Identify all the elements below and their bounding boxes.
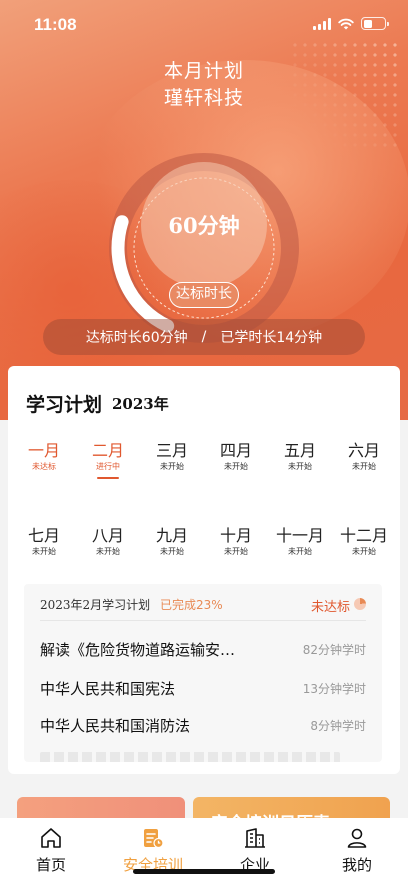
building-icon [245,828,265,848]
month-nov[interactable]: 十一月 未开始 [270,522,330,557]
month-name: 十一月 [275,526,324,545]
active-month-underline [97,477,119,479]
course-name: 中华人民共和国宪法 [40,680,176,698]
summary-pill: 达标时长60分钟 / 已学时长14分钟 [43,319,365,355]
month-status: 未开始 [288,462,312,471]
month-status: 未开始 [160,547,184,556]
course-name: 解读《危险货物道路运输安… [40,641,236,659]
month-name: 十二月 [339,526,388,545]
month-name: 五月 [283,441,316,460]
month-jul[interactable]: 七月 未开始 [14,522,74,557]
month-feb[interactable]: 二月 进行中 [78,437,138,479]
battery-icon [361,17,389,30]
signal-icon [313,17,331,30]
hero-title: 本月计划 [163,60,244,82]
divider [40,620,366,621]
tab-label: 首页 [35,856,66,874]
month-mar[interactable]: 三月 未开始 [142,437,202,479]
tab-label: 我的 [341,856,372,874]
month-status: 未达标 [32,462,56,471]
card-title: 学习计划 [26,394,103,416]
course-duration: 82分钟学时 [302,643,366,657]
month-name: 三月 [155,441,188,460]
course-duration: 8分钟学时 [310,719,366,733]
course-name: 中华人民共和国消防法 [40,717,191,735]
month-name: 十月 [219,526,252,545]
month-name: 二月 [91,441,124,460]
study-plan-card: 学习计划 2023年 一月 未达标 二月 进行中 三月 未开始 四月 未开始 五… [8,366,400,774]
course-item[interactable]: 解读《危险货物道路运输安… 82分钟学时 [40,639,366,665]
completion-percent: 已完成23% [160,598,223,612]
truncated-course-row [40,752,340,762]
month-apr[interactable]: 四月 未开始 [206,437,266,479]
ring-label: 达标时长 [169,282,239,308]
status-time: 11:08 [34,15,77,34]
month-name: 六月 [347,441,380,460]
month-status: 未开始 [160,462,184,471]
month-sep[interactable]: 九月 未开始 [142,522,202,557]
home-icon [41,828,61,848]
month-oct[interactable]: 十月 未开始 [206,522,266,557]
status-icons [313,17,389,30]
tab-mine[interactable]: 我的 [317,818,397,883]
status-bar: 11:08 [0,0,408,50]
month-row-2: 七月 未开始 八月 未开始 九月 未开始 十月 未开始 十一月 未开始 十二月 … [8,522,400,557]
wifi-icon [338,18,354,29]
month-name: 四月 [219,441,252,460]
home-indicator [133,869,275,874]
person-icon [347,828,367,848]
month-status: 未开始 [352,462,376,471]
month-status: 未开始 [288,547,312,556]
month-status: 未开始 [96,547,120,556]
monthly-plan-panel: 2023年2月学习计划 已完成23% 未达标 解读《危险货物道路运输安… 82分… [24,584,382,762]
tab-home[interactable]: 首页 [11,818,91,883]
plan-status-badge: 未达标 [310,600,350,615]
month-dec[interactable]: 十二月 未开始 [334,522,394,557]
training-icon [144,829,164,849]
month-status: 未开始 [224,462,248,471]
month-may[interactable]: 五月 未开始 [270,437,330,479]
month-name: 九月 [155,526,188,545]
monthly-plan-header: 2023年2月学习计划 已完成23% 未达标 [40,596,366,618]
month-name: 八月 [91,526,124,545]
course-item[interactable]: 中华人民共和国消防法 8分钟学时 [40,715,366,741]
summary-separator: / [201,329,207,345]
progress-pie-icon [354,598,366,610]
month-jan[interactable]: 一月 未达标 [14,437,74,479]
ring-value: 60分钟 [141,162,267,288]
month-status: 进行中 [96,462,120,471]
learned-duration: 已学时长14分钟 [220,330,323,346]
monthly-plan-title: 2023年2月学习计划 [40,598,151,612]
month-aug[interactable]: 八月 未开始 [78,522,138,557]
course-item[interactable]: 中华人民共和国宪法 13分钟学时 [40,678,366,704]
month-row-1: 一月 未达标 二月 进行中 三月 未开始 四月 未开始 五月 未开始 六月 未开… [8,437,400,479]
plan-year: 2023年 [112,395,169,413]
target-duration: 达标时长60分钟 [85,330,188,346]
month-status: 未开始 [224,547,248,556]
month-status: 未开始 [32,547,56,556]
month-name: 七月 [27,526,60,545]
company-name: 瑾轩科技 [163,87,244,109]
course-duration: 13分钟学时 [302,682,366,696]
month-jun[interactable]: 六月 未开始 [334,437,394,479]
month-status: 未开始 [352,547,376,556]
month-name: 一月 [27,441,60,460]
